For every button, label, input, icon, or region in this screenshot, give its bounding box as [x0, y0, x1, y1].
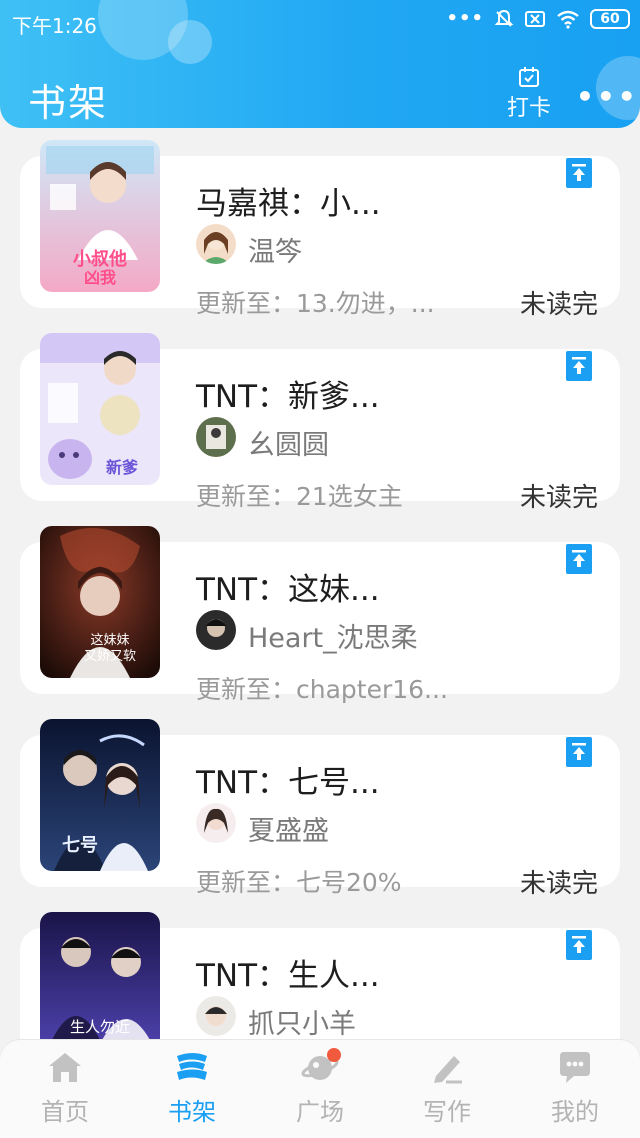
pen-icon: [434, 1056, 462, 1084]
update-progress: 更新至：21选女主: [196, 482, 403, 511]
status-time: 下午1:26: [12, 14, 97, 38]
book-cover[interactable]: 小叔他 凶我: [40, 140, 160, 292]
author-avatar: [196, 803, 236, 843]
book-cover[interactable]: 七号: [40, 719, 160, 871]
author-avatar: [196, 417, 236, 457]
tab-label: 首页: [41, 1098, 89, 1126]
tab-label: 广场: [296, 1098, 344, 1126]
update-progress: 更新至：chapter16...: [196, 675, 448, 704]
book-title: TNT：七号...: [196, 765, 380, 801]
notification-dots: •••: [446, 8, 484, 29]
tab-label: 书架: [168, 1098, 216, 1126]
tab-home[interactable]: 首页: [20, 1050, 110, 1127]
update-progress: 更新至：七号20%: [196, 868, 402, 897]
book-cover[interactable]: 新爹: [40, 333, 160, 485]
author-avatar: [196, 224, 236, 264]
tab-label: 我的: [551, 1098, 599, 1126]
pin-top-icon[interactable]: [566, 930, 592, 960]
tab-write[interactable]: 写作: [402, 1050, 492, 1127]
author-name: 幺圆圆: [248, 430, 329, 461]
checkin-button[interactable]: 打卡: [504, 66, 554, 122]
tab-mine[interactable]: 我的: [530, 1050, 620, 1127]
pin-top-icon[interactable]: [566, 737, 592, 767]
bottom-tab-bar: 首页 书架 广场 写作 我的: [0, 1040, 640, 1138]
notification-badge: [327, 1048, 341, 1062]
svg-text:凶我: 凶我: [84, 268, 116, 287]
svg-text:生人勿近: 生人勿近: [70, 1019, 130, 1036]
book-cover[interactable]: 生人勿近: [40, 912, 160, 1040]
author-name: Heart_沈思柔: [248, 623, 418, 654]
read-status: 未读完: [519, 483, 598, 513]
checkin-label: 打卡: [506, 96, 551, 121]
sim-off-icon: [525, 10, 545, 27]
app-header: 下午1:26 ••• 60 书架 打卡 •••: [0, 0, 640, 128]
read-status: 未读完: [519, 869, 598, 899]
author-name: 抓只小羊: [248, 1009, 356, 1040]
chat-icon: [560, 1052, 590, 1083]
pin-top-icon[interactable]: [566, 544, 592, 574]
author-name: 温笒: [248, 237, 302, 268]
bell-muted-icon: [494, 9, 514, 27]
tab-label: 写作: [423, 1098, 471, 1126]
more-button[interactable]: •••: [576, 80, 639, 113]
battery-indicator: 60: [590, 8, 630, 29]
bookshelf-icon: [177, 1053, 207, 1080]
book-title: TNT：新爹...: [196, 379, 380, 415]
book-title: TNT：生人...: [196, 958, 380, 994]
author-avatar: [196, 996, 236, 1036]
pin-top-icon[interactable]: [566, 351, 592, 381]
status-icons: ••• 60: [446, 8, 630, 29]
author-avatar: [196, 610, 236, 650]
page-title: 书架: [28, 81, 109, 125]
calendar-check-icon: [519, 67, 539, 87]
svg-text:七号: 七号: [62, 835, 98, 855]
tab-bookshelf[interactable]: 书架: [147, 1050, 237, 1127]
read-status: 未读完: [519, 290, 598, 320]
book-title: TNT：这妹...: [196, 572, 380, 608]
update-progress: 更新至：13.勿进，...: [196, 289, 435, 318]
svg-text:又娇又软: 又娇又软: [84, 648, 136, 663]
svg-text:新爹: 新爹: [106, 458, 139, 477]
svg-text:小叔他: 小叔他: [73, 248, 127, 269]
tab-square[interactable]: 广场: [275, 1048, 365, 1127]
book-cover[interactable]: 这妹妹 又娇又软: [40, 526, 160, 678]
home-icon: [49, 1053, 81, 1082]
svg-text:这妹妹: 这妹妹: [90, 632, 129, 647]
author-name: 夏盛盛: [248, 816, 329, 847]
book-title: 马嘉祺：小...: [196, 186, 381, 222]
pin-top-icon[interactable]: [566, 158, 592, 188]
wifi-icon: [557, 10, 579, 29]
decor-bubble: [168, 20, 212, 64]
